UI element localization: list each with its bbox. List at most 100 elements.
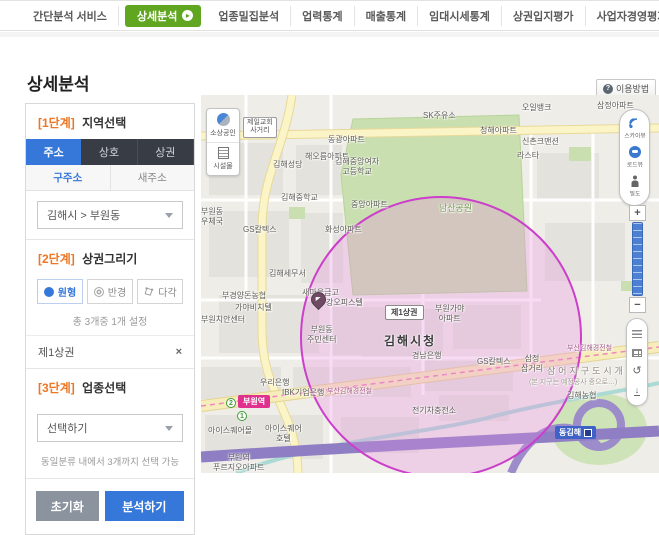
region-select[interactable]: 김해시 > 부원동	[37, 201, 183, 229]
map-label: 경남은행	[412, 351, 441, 361]
nav-item[interactable]: 상세분석▸	[125, 5, 201, 27]
industry-select[interactable]: 선택하기	[37, 414, 183, 442]
shape-circle-button[interactable]: 원형	[37, 279, 83, 304]
interchange-badge: 동김해	[555, 426, 596, 439]
nav-item[interactable]: 상권입지평가	[502, 6, 586, 26]
map-label: 가야비치텔	[235, 303, 272, 313]
map-label: 부원치안센터	[201, 315, 245, 325]
map-label: 신촌크맨션	[522, 137, 559, 147]
person-icon	[630, 175, 640, 187]
top-navigation: 간단분석 서비스 상세분석▸ 업종밀집분석업력통계매출통계임대시세통계상권입지평가사…	[0, 0, 659, 31]
analysis-panel: [1단계] 지역선택 주소 상호 상권 구주소 새주소 김해시 > 부원동 [2…	[25, 103, 195, 535]
download-button[interactable]: ↓	[627, 381, 647, 400]
interchange-icon	[584, 429, 592, 437]
nav-item[interactable]: 간단분석 서비스	[22, 6, 119, 26]
tab-store-name[interactable]: 상호	[81, 139, 137, 165]
tab-address[interactable]: 주소	[26, 139, 81, 165]
density-button[interactable]: 밀도	[620, 172, 649, 201]
map-label: 부산김해경전철	[567, 345, 612, 353]
analyze-button[interactable]: 분석하기	[105, 491, 184, 521]
map-label: 남산공원	[439, 203, 472, 214]
address-type-subtabs: 구주소 새주소	[26, 165, 194, 191]
roadview-button[interactable]: 로드뷰	[620, 143, 649, 172]
panel-footer: 초기화 분석하기	[26, 479, 194, 534]
nav-item[interactable]: 매출통계	[355, 6, 418, 26]
undo-button[interactable]: ↺	[627, 362, 647, 381]
step3-header: [3단계] 업종선택	[26, 369, 194, 404]
shape-buttons: 원형 반경 다각	[26, 275, 194, 310]
map-label: 제일교회 사거리	[243, 117, 277, 138]
question-icon: ?	[603, 84, 613, 94]
trade-area-label: 제1상권	[385, 305, 424, 320]
map-label: 라스타	[517, 151, 539, 161]
area-name: 제1상권	[38, 344, 74, 360]
small-business-icon	[217, 113, 230, 126]
route-2-badge: 2	[226, 398, 236, 408]
help-button-label: 이용방법	[616, 82, 649, 95]
nav-active-icon: ▸	[182, 10, 193, 21]
industry-select-value: 선택하기	[47, 420, 87, 436]
nav-item[interactable]: 임대시세통계	[418, 6, 502, 26]
map-label: 삼어지구도시개발	[547, 366, 637, 377]
map-label: 부원역 푸르지오아파트	[213, 453, 265, 472]
building-icon	[218, 147, 229, 159]
roadview-label: 로드뷰	[626, 160, 642, 169]
station-badge: 부원역	[238, 395, 270, 408]
map-label: GS칼텍스	[243, 225, 277, 235]
step1-badge: [1단계]	[38, 116, 75, 130]
facilities-layer-button[interactable]: 시설물	[207, 142, 239, 175]
list-icon	[632, 330, 642, 338]
small-business-layer-button[interactable]: 소상공인	[207, 109, 239, 142]
map-label: 김해중앙여자 고등학교	[335, 157, 379, 176]
nav-item[interactable]: 업력통계	[291, 6, 354, 26]
flag-icon	[316, 297, 321, 301]
reset-button[interactable]: 초기화	[36, 491, 99, 521]
shape-polygon-button[interactable]: 다각	[137, 279, 183, 304]
search-type-tabs: 주소 상호 상권	[26, 139, 194, 165]
subtab-old-address[interactable]: 구주소	[26, 165, 110, 190]
grid-icon	[632, 349, 642, 357]
skyview-button[interactable]: 스카이뷰	[620, 114, 649, 143]
subtab-new-address[interactable]: 새주소	[110, 165, 195, 190]
map-label: 부원가야 아파트	[435, 304, 464, 323]
grid-button[interactable]	[627, 343, 647, 362]
interchange-name: 동김해	[559, 427, 581, 438]
satellite-icon	[628, 117, 641, 129]
zoom-slider[interactable]	[632, 222, 643, 296]
facilities-label: 시설물	[213, 161, 232, 171]
shape-circle-label: 원형	[58, 284, 76, 299]
zoom-out-button[interactable]: −	[629, 297, 646, 313]
map-label: 삼정 삼거리	[521, 354, 543, 373]
tab-trade-area[interactable]: 상권	[138, 139, 194, 165]
legend-list-button[interactable]	[627, 324, 647, 343]
map-label: 중앙아파트	[351, 200, 388, 210]
area-list-item[interactable]: 제1상권 ×	[26, 335, 194, 368]
step2-badge: [2단계]	[38, 252, 75, 266]
roadview-icon	[629, 146, 641, 158]
map-canvas[interactable]: 제일교회 사거리동광아파트해오름아파트SK주유소청해아파트오일뱅크삼정아파트신촌…	[201, 95, 659, 473]
shape-radius-button[interactable]: 반경	[87, 279, 133, 304]
shape-polygon-label: 다각	[158, 284, 176, 299]
map-label: 부원동 우체국	[201, 207, 223, 226]
shape-radius-label: 반경	[108, 284, 126, 299]
map-label: IBK기업은행	[282, 388, 324, 398]
chevron-down-icon	[165, 426, 173, 431]
close-icon[interactable]: ×	[176, 347, 182, 358]
skyview-label: 스카이뷰	[624, 131, 646, 140]
circle-icon	[44, 287, 54, 297]
step2-title: 상권그리기	[82, 252, 137, 266]
map-label: GS칼텍스	[477, 357, 511, 367]
zoom-in-button[interactable]: +	[629, 205, 646, 221]
map-label: 화성아파트	[325, 225, 362, 235]
city-hall-label: 김해시청	[384, 332, 436, 349]
small-business-label: 소상공인	[210, 128, 236, 138]
density-label: 밀도	[629, 189, 640, 198]
map-tool-control: ↺ ↓	[626, 318, 648, 406]
chevron-down-icon	[165, 213, 173, 218]
nav-item[interactable]: 업종밀집분석	[207, 6, 291, 26]
industry-note: 동일분류 내에서 3개까지 선택 가능	[26, 452, 194, 478]
map-label: 김해성당	[273, 160, 302, 170]
trade-area-circle	[301, 197, 581, 473]
nav-item[interactable]: 사업자경영평가	[586, 6, 659, 26]
map-label: 아이스퀘어몰	[208, 426, 252, 436]
